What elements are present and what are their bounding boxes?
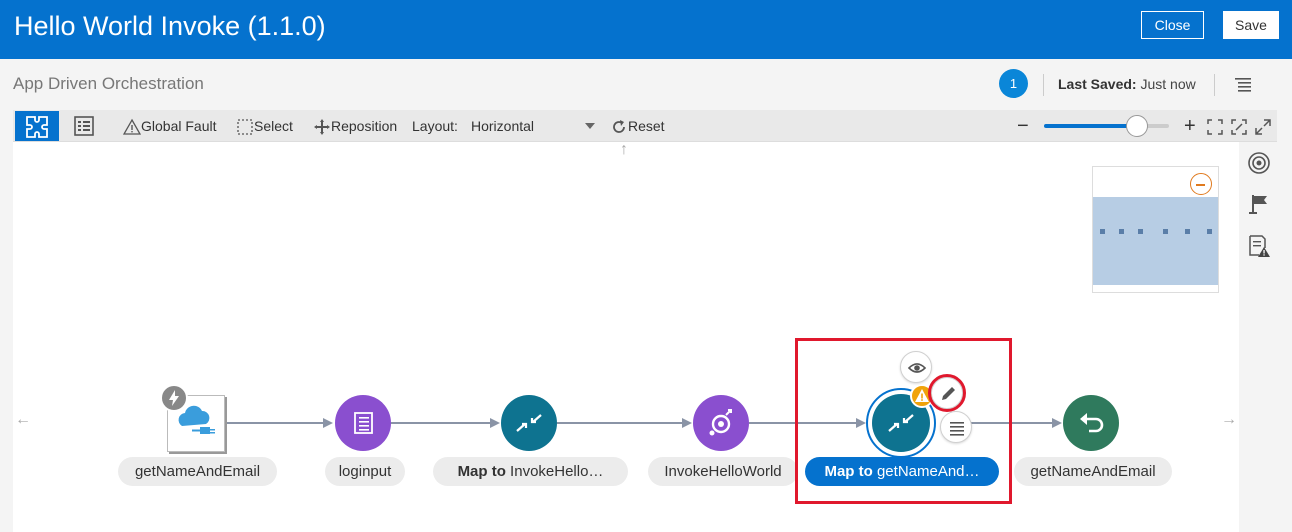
map-node-invoke[interactable] [501,395,557,451]
map-icon [516,414,542,432]
node-actions-menu-button[interactable] [940,411,972,443]
trigger-node-label[interactable]: getNameAndEmail [118,457,277,486]
map-node-invoke-label[interactable]: Map to InvokeHello… [433,457,628,486]
return-node-label[interactable]: getNameAndEmail [1014,457,1172,486]
menu-icon [950,422,964,436]
log-node-label[interactable]: loginput [325,457,405,486]
edit-button-callout [928,374,966,412]
log-node[interactable] [335,395,391,451]
map-label-prefix: Map to [824,463,873,480]
invoke-icon [709,409,732,436]
view-node-button[interactable] [900,351,932,383]
map-label-prefix: Map to [457,463,506,480]
return-node[interactable] [1063,395,1119,451]
invoke-node-label[interactable]: InvokeHelloWorld [648,457,798,486]
map-label-target: InvokeHello… [505,463,604,480]
map-node-return-label[interactable]: Map to getNameAnd… [805,457,999,486]
trigger-bolt-badge [160,384,188,412]
return-icon [1080,413,1104,433]
lightning-icon [169,390,179,406]
log-icon [354,412,373,434]
map-label-target: getNameAnd… [872,463,980,480]
invoke-node[interactable] [693,395,749,451]
eye-icon [907,363,927,373]
